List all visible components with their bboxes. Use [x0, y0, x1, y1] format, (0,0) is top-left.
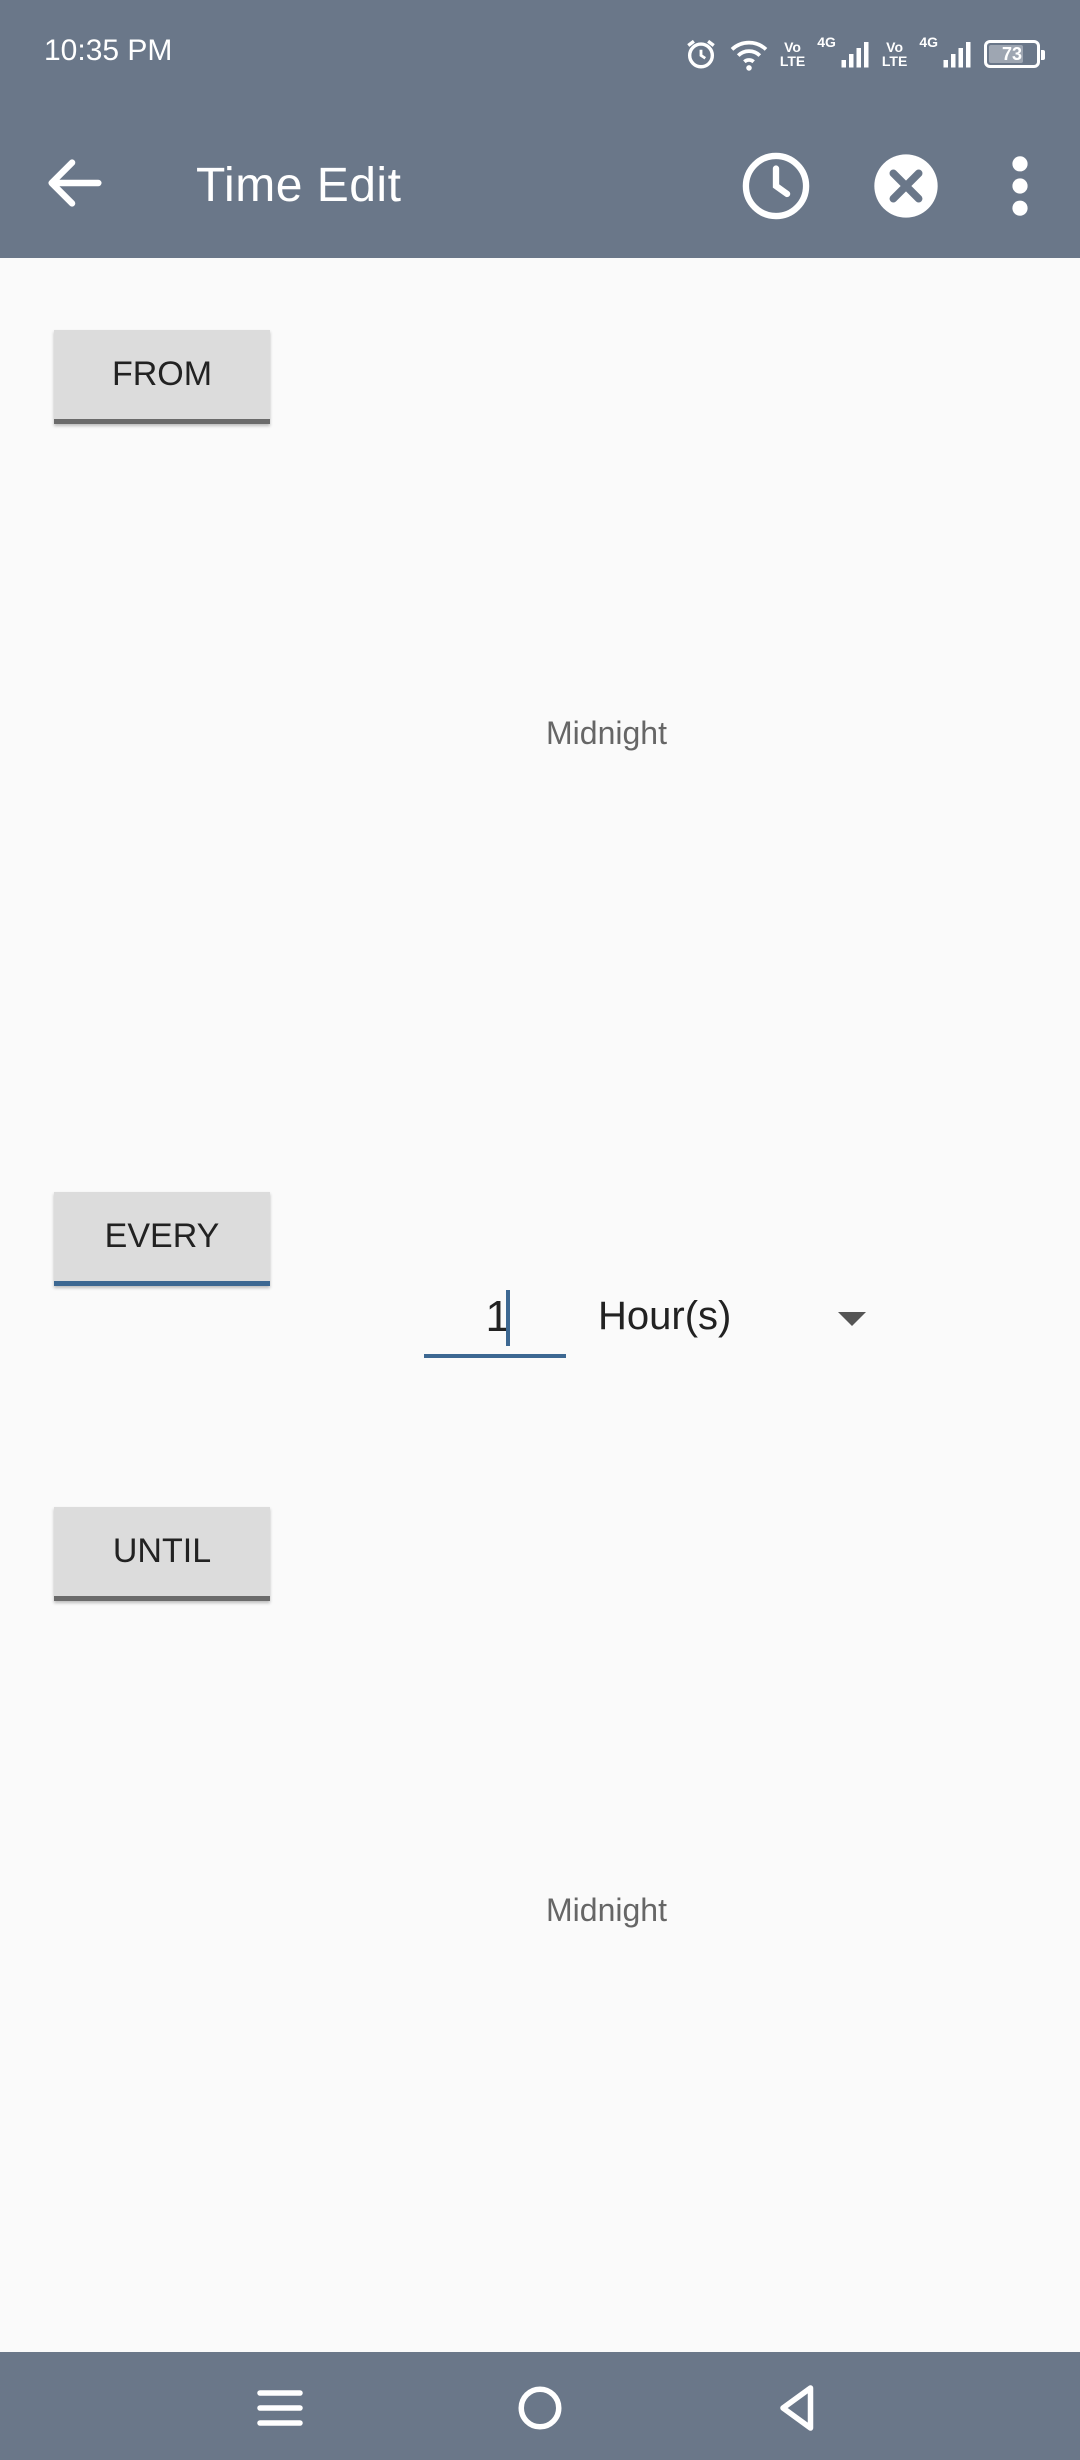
- recents-button[interactable]: [250, 2378, 310, 2438]
- network-type-2: 4G: [919, 34, 938, 50]
- back-button[interactable]: [40, 148, 110, 218]
- signal-icon: [942, 39, 972, 69]
- from-button[interactable]: FROM: [54, 330, 270, 424]
- battery-level: 73: [1001, 43, 1023, 64]
- clock-icon: [742, 152, 810, 220]
- close-button[interactable]: [868, 148, 944, 224]
- dropdown-arrow-icon: [838, 1312, 866, 1326]
- signal-icon: [840, 39, 870, 69]
- unit-selected-value: Hour(s): [598, 1294, 732, 1338]
- nav-back-button[interactable]: [768, 2378, 828, 2438]
- from-time-value[interactable]: Midnight: [546, 715, 667, 752]
- back-arrow-icon: [48, 159, 102, 207]
- home-button[interactable]: [510, 2378, 570, 2438]
- until-button[interactable]: UNTIL: [54, 1507, 270, 1601]
- menu-icon: [257, 2390, 303, 2426]
- interval-input[interactable]: 1: [424, 1280, 566, 1358]
- until-time-value[interactable]: Midnight: [546, 1892, 667, 1929]
- volte-label-1: Vo LTE: [779, 39, 806, 69]
- more-vert-icon: [1012, 156, 1028, 216]
- page-title: Time Edit: [196, 159, 402, 212]
- clock-button[interactable]: [738, 148, 814, 224]
- app-bar: Time Edit: [0, 108, 1080, 258]
- status-time: 10:35 PM: [44, 34, 173, 67]
- back-icon: [780, 2385, 814, 2431]
- close-circle-icon: [874, 154, 938, 218]
- unit-dropdown[interactable]: Hour(s): [598, 1290, 878, 1350]
- home-icon: [518, 2386, 562, 2430]
- more-options-button[interactable]: [1000, 148, 1040, 224]
- status-icons: Vo LTE 4G Vo LTE 4G 73: [684, 26, 1045, 82]
- battery-icon: 73: [984, 40, 1045, 68]
- alarm-icon: [684, 37, 718, 71]
- network-type-1: 4G: [817, 34, 836, 50]
- system-nav-bar: [0, 2352, 1080, 2460]
- status-bar: 10:35 PM Vo LTE 4G Vo LTE 4G 73: [0, 0, 1080, 108]
- text-cursor: [506, 1290, 510, 1346]
- every-button[interactable]: EVERY: [54, 1192, 270, 1286]
- wifi-icon: [730, 37, 768, 71]
- volte-label-2: Vo LTE: [881, 39, 908, 69]
